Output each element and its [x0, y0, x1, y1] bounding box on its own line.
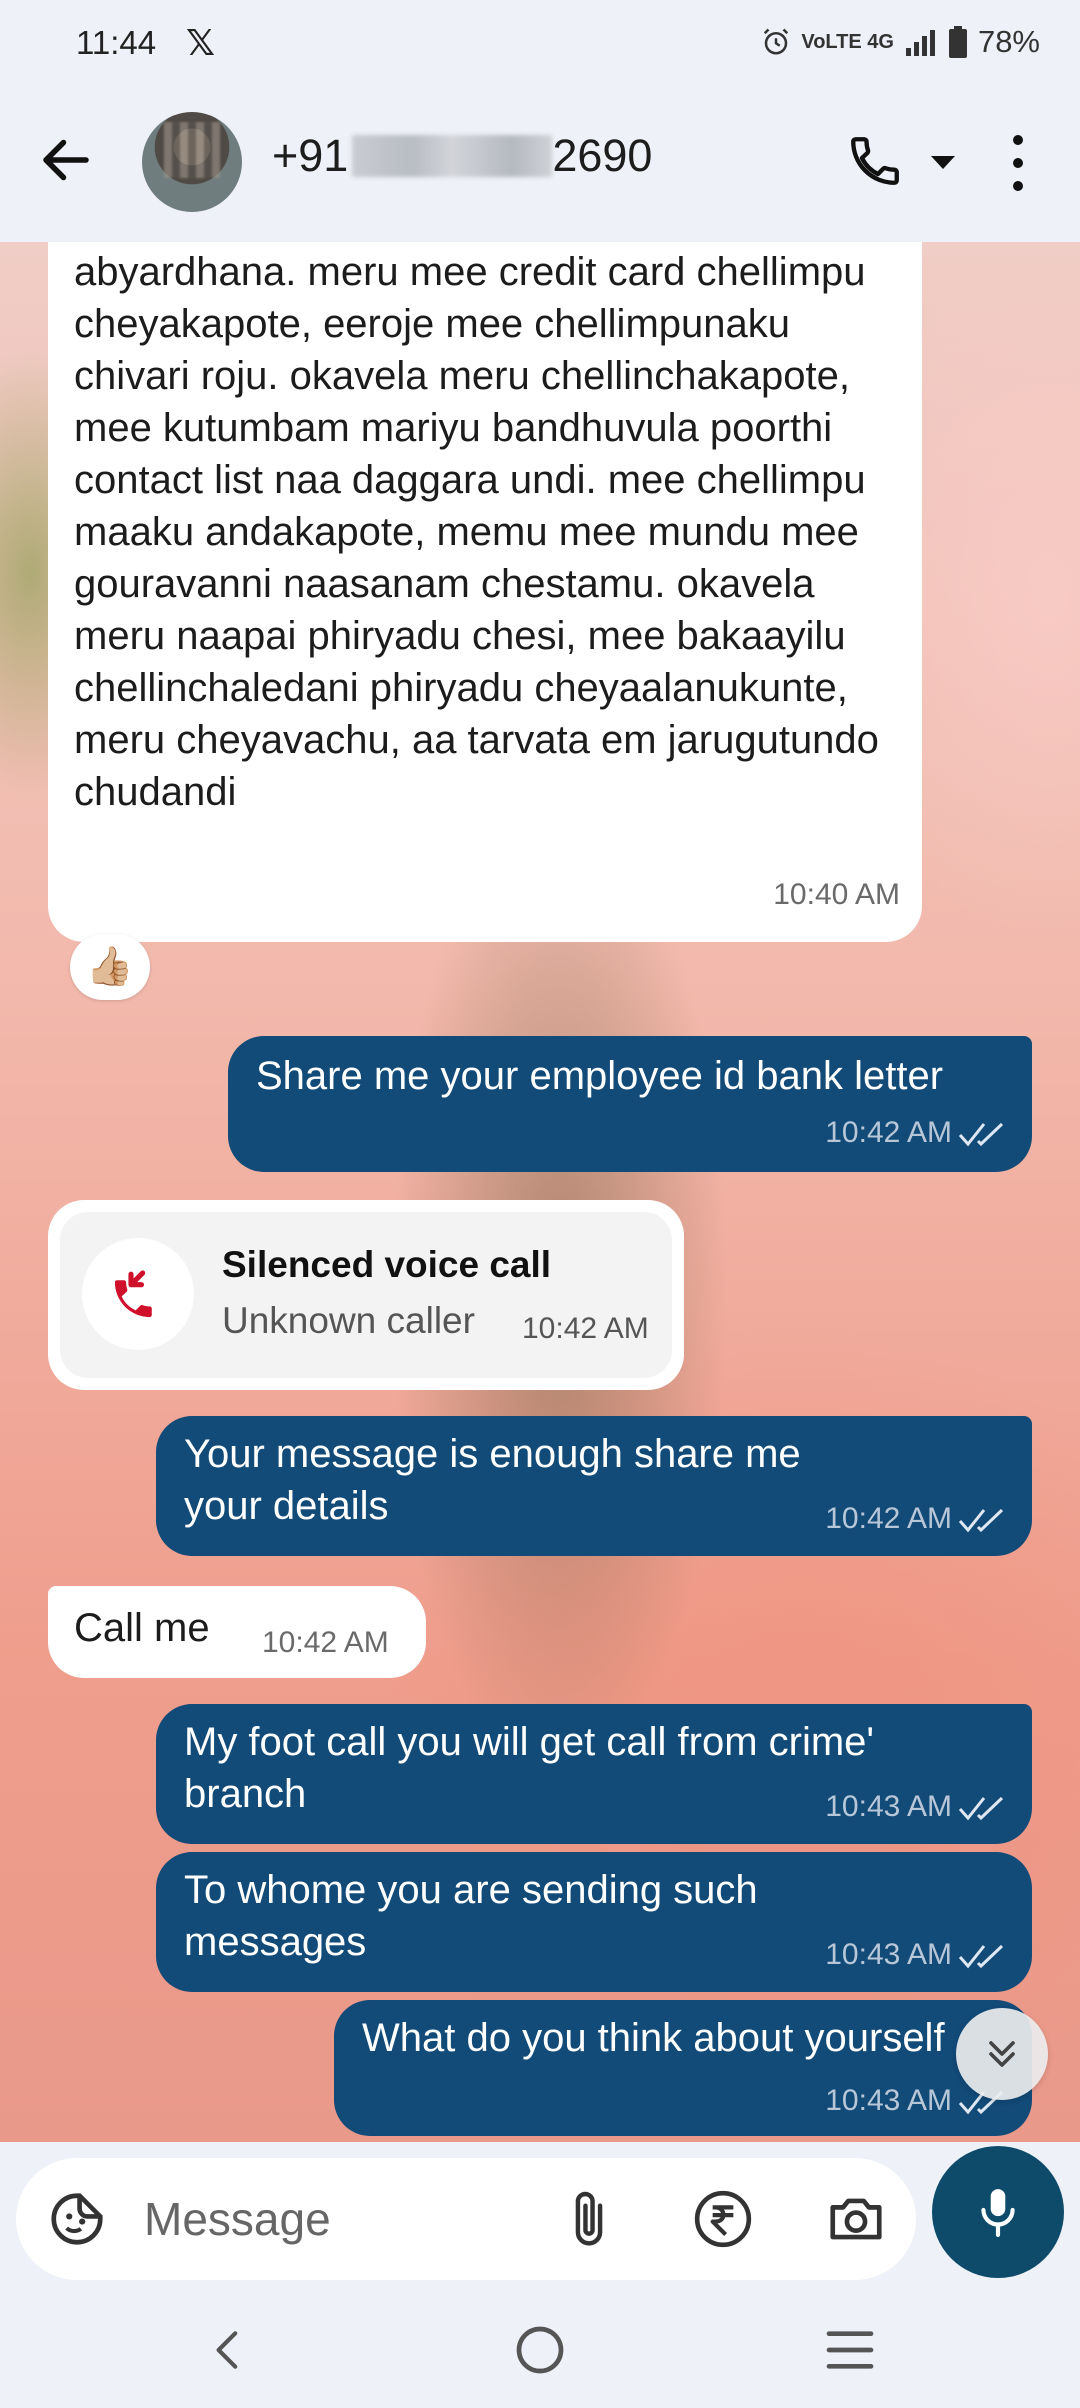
status-bar: 11:44 𝕏 VoLTE 4G 78% — [0, 0, 1080, 90]
phone-call-icon[interactable] — [846, 132, 904, 190]
outgoing-message[interactable]: My foot call you will get call from crim… — [156, 1704, 1032, 1844]
read-receipt-icon — [958, 1122, 1004, 1147]
sticker-emoji-icon[interactable] — [46, 2188, 108, 2250]
message-time-text: 10:42 AM — [825, 1116, 952, 1149]
incoming-message[interactable]: Call me 10:42 AM — [48, 1586, 426, 1678]
nav-home-icon[interactable] — [512, 2322, 568, 2378]
double-chevron-down-icon — [989, 2041, 1015, 2067]
message-time: 10:40 AM — [773, 878, 900, 911]
thumbs-up-reaction[interactable]: 👍🏼 — [70, 934, 150, 1000]
paperclip-icon[interactable] — [562, 2188, 616, 2250]
caret-down-icon[interactable] — [928, 150, 958, 174]
message-text: Call me — [74, 1606, 210, 1650]
message-time: 10:42 AM — [825, 1116, 1006, 1150]
message-text: abyardhana. meru mee credit card chellim… — [74, 250, 879, 814]
message-input[interactable]: Message — [16, 2158, 916, 2280]
scroll-to-bottom-button[interactable] — [956, 2008, 1048, 2100]
call-icon-circle — [82, 1238, 194, 1350]
compose-bar: Message — [0, 2142, 1080, 2292]
message-time-text: 10:42 AM — [825, 1502, 952, 1535]
read-receipt-icon — [958, 1508, 1004, 1533]
message-time: 10:42 AM — [825, 1502, 1006, 1536]
call-card-body: Silenced voice call Unknown caller 10:42… — [60, 1212, 672, 1378]
silenced-call-card[interactable]: Silenced voice call Unknown caller 10:42… — [48, 1200, 684, 1390]
message-time: 10:43 AM — [825, 1790, 1006, 1824]
more-options-icon[interactable] — [1004, 132, 1032, 194]
back-arrow-icon[interactable] — [36, 130, 96, 190]
call-time: 10:42 AM — [522, 1312, 649, 1345]
x-app-icon: 𝕏 — [186, 22, 216, 63]
message-time-text: 10:43 AM — [825, 1790, 952, 1823]
outgoing-message[interactable]: To whome you are sending such messages 1… — [156, 1852, 1032, 1992]
message-time: 10:43 AM — [825, 1938, 1006, 1972]
redacted-digits — [352, 135, 553, 177]
call-title: Silenced voice call — [222, 1244, 552, 1285]
microphone-icon — [981, 2189, 1015, 2237]
conversation-header: +91 2690 — [0, 90, 1080, 242]
contact-avatar[interactable] — [142, 112, 242, 212]
network-indicator: VoLTE 4G — [801, 31, 894, 53]
battery-percent: 78% — [977, 24, 1040, 59]
contact-number[interactable]: +91 2690 — [272, 130, 652, 182]
missed-call-icon — [114, 1270, 152, 1318]
contact-number-prefix: +91 — [272, 130, 349, 181]
contact-number-suffix: 2690 — [552, 130, 653, 181]
signal-icon — [905, 30, 935, 56]
rupee-payment-icon[interactable] — [692, 2188, 754, 2250]
message-list[interactable]: abyardhana. meru mee credit card chellim… — [0, 242, 1080, 2142]
alarm-icon — [764, 28, 789, 55]
message-time-text: 10:43 AM — [825, 2084, 952, 2117]
outgoing-message[interactable]: What do you think about yourself 10:43 A… — [334, 2000, 1032, 2136]
nav-back-icon[interactable] — [204, 2324, 254, 2376]
message-placeholder: Message — [144, 2193, 331, 2245]
system-navigation-bar — [0, 2292, 1080, 2408]
outgoing-message[interactable]: Your message is enough share me your det… — [156, 1416, 1032, 1556]
message-text: To whome you are sending such messages — [184, 1868, 758, 1964]
message-time-text: 10:43 AM — [825, 1938, 952, 1971]
call-subtitle: Unknown caller — [222, 1300, 475, 1341]
voice-record-button[interactable] — [932, 2146, 1064, 2278]
message-text: Share me your employee id bank letter — [256, 1054, 944, 1098]
message-text: Your message is enough share me your det… — [184, 1432, 801, 1528]
read-receipt-icon — [958, 1796, 1004, 1821]
message-time: 10:42 AM — [262, 1626, 389, 1659]
nav-recents-icon[interactable] — [822, 2326, 878, 2374]
read-receipt-icon — [958, 1944, 1004, 1969]
battery-icon — [948, 26, 967, 58]
camera-icon[interactable] — [824, 2188, 888, 2250]
status-time: 11:44 — [76, 24, 157, 61]
outgoing-message[interactable]: Share me your employee id bank letter 10… — [228, 1036, 1032, 1172]
message-text: What do you think about yourself — [362, 2016, 945, 2060]
status-indicators: VoLTE 4G 78% — [761, 24, 1040, 60]
incoming-message[interactable]: abyardhana. meru mee credit card chellim… — [48, 242, 922, 942]
